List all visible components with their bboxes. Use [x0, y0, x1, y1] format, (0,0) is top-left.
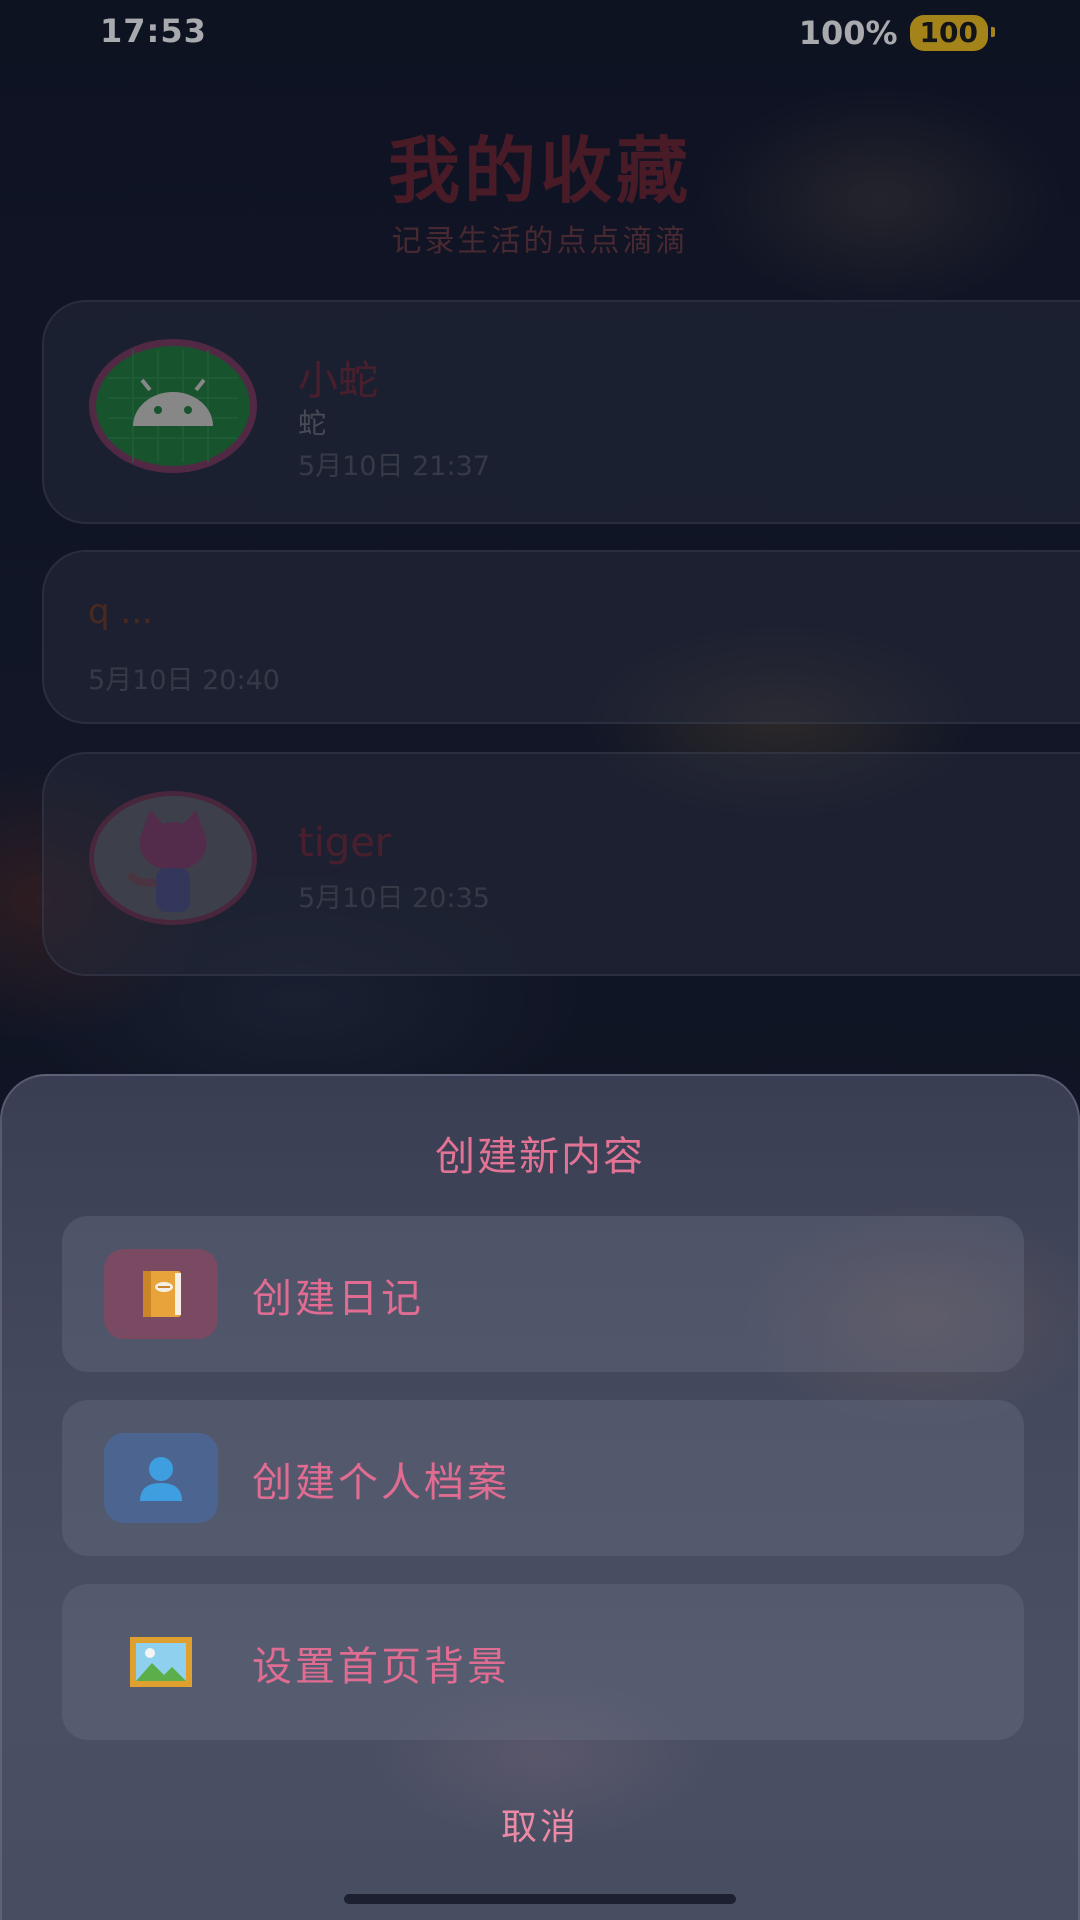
option-label: 创建个人档案: [252, 1460, 510, 1506]
sheet-title: 创建新内容: [435, 1134, 645, 1180]
cancel-button[interactable]: 取消: [2, 1798, 1078, 1850]
home-indicator[interactable]: [344, 1894, 736, 1904]
create-content-sheet: 创建新内容 创建日记 创建个人档案 设置首页背景 取消: [0, 1074, 1080, 1920]
person-icon: [104, 1433, 218, 1523]
set-home-background-button[interactable]: 设置首页背景: [62, 1584, 1024, 1740]
notebook-icon: [104, 1249, 218, 1339]
framed-picture-icon: [104, 1617, 218, 1707]
screen: 17:53 100% 100 我的收藏 记录生活的点点滴滴 小蛇 蛇 5月10日…: [0, 0, 1080, 1920]
create-diary-button[interactable]: 创建日记: [62, 1216, 1024, 1372]
option-label: 设置首页背景: [252, 1644, 510, 1690]
create-profile-button[interactable]: 创建个人档案: [62, 1400, 1024, 1556]
option-label: 创建日记: [252, 1276, 424, 1322]
